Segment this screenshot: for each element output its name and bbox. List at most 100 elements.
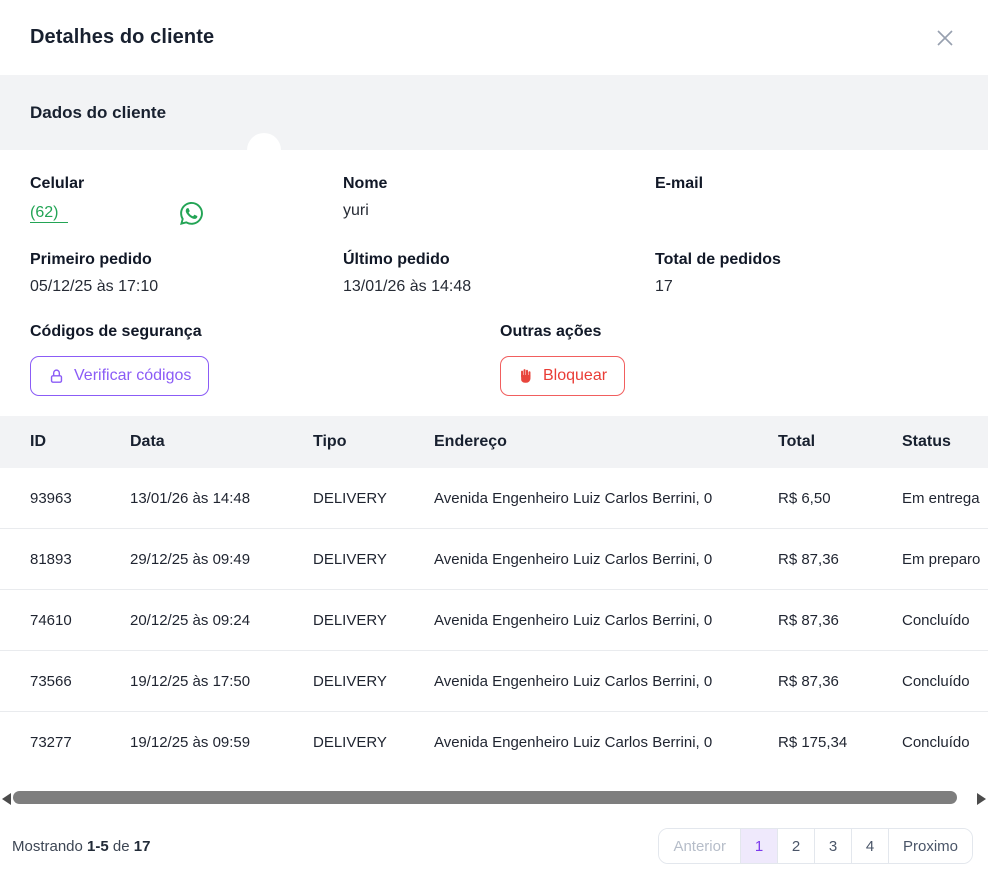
close-icon: [934, 27, 956, 49]
table-row: 73566 19/12/25 às 17:50 DELIVERY Avenida…: [0, 651, 988, 712]
col-header-endereco: Endereço: [434, 433, 778, 451]
page-button[interactable]: 3: [815, 829, 852, 863]
col-header-status: Status: [902, 433, 988, 451]
field-email: E-mail: [655, 175, 958, 225]
field-value: 05/12/25 às 17:10: [30, 278, 343, 297]
order-id-cell: 73566: [30, 673, 130, 690]
table-row: 73277 19/12/25 às 09:59 DELIVERY Avenida…: [0, 712, 988, 773]
field-label: Último pedido: [343, 251, 655, 269]
order-type-cell: DELIVERY: [313, 612, 434, 629]
block-button[interactable]: Bloquear: [500, 356, 625, 396]
order-type-cell: DELIVERY: [313, 551, 434, 568]
hand-icon: [518, 368, 534, 384]
page-button[interactable]: 1: [741, 829, 778, 863]
modal-header: Detalhes do cliente: [0, 0, 988, 75]
field-celular: Celular (62): [30, 175, 343, 225]
phone-link[interactable]: (62): [30, 204, 68, 223]
verify-codes-label: Verificar códigos: [74, 367, 191, 385]
order-status-cell: Concluído: [902, 612, 988, 629]
customer-details-modal: Detalhes do cliente Dados do cliente Cel…: [0, 0, 988, 890]
close-button[interactable]: [930, 23, 960, 53]
order-id-cell: 93963: [30, 490, 130, 507]
other-actions-label: Outras ações: [500, 323, 958, 341]
order-status-cell: Em entrega: [902, 490, 988, 507]
field-ultimo-pedido: Último pedido 13/01/26 às 14:48: [343, 251, 655, 297]
table-footer: Mostrando 1-5 de 17 Anterior 1 2 3 4 Pro…: [0, 822, 988, 864]
field-label: Nome: [343, 175, 655, 193]
modal-title: Detalhes do cliente: [30, 26, 214, 49]
field-label: Celular: [30, 175, 343, 193]
order-address-cell: Avenida Engenheiro Luiz Carlos Berrini, …: [434, 673, 778, 690]
order-address-cell: Avenida Engenheiro Luiz Carlos Berrini, …: [434, 734, 778, 751]
order-total-cell: R$ 87,36: [778, 612, 902, 629]
previous-page-button[interactable]: Anterior: [659, 829, 741, 863]
section-header-bar: Dados do cliente: [0, 75, 988, 150]
order-address-cell: Avenida Engenheiro Luiz Carlos Berrini, …: [434, 551, 778, 568]
details-row-actions: Códigos de segurança Verificar códigos O…: [30, 323, 958, 396]
order-status-cell: Concluído: [902, 673, 988, 690]
table-body: 93963 13/01/26 às 14:48 DELIVERY Avenida…: [0, 468, 988, 773]
field-value: yuri: [343, 202, 655, 221]
order-status-cell: Em preparo: [902, 551, 988, 568]
order-date-cell: 19/12/25 às 17:50: [130, 673, 313, 690]
security-codes-group: Códigos de segurança Verificar códigos: [30, 323, 500, 396]
field-value: 13/01/26 às 14:48: [343, 278, 655, 297]
col-header-tipo: Tipo: [313, 433, 434, 451]
lock-icon: [48, 368, 65, 385]
order-date-cell: 13/01/26 às 14:48: [130, 490, 313, 507]
order-type-cell: DELIVERY: [313, 673, 434, 690]
col-header-data: Data: [130, 433, 313, 451]
customer-data-section: Celular (62) Nome yuri E-mail: [0, 150, 988, 416]
order-total-cell: R$ 87,36: [778, 673, 902, 690]
order-id-cell: 81893: [30, 551, 130, 568]
order-total-cell: R$ 87,36: [778, 551, 902, 568]
order-date-cell: 29/12/25 às 09:49: [130, 551, 313, 568]
order-id-cell: 74610: [30, 612, 130, 629]
field-label: Primeiro pedido: [30, 251, 343, 269]
order-date-cell: 20/12/25 às 09:24: [130, 612, 313, 629]
other-actions-group: Outras ações Bloquear: [500, 323, 958, 396]
order-total-cell: R$ 6,50: [778, 490, 902, 507]
field-value: [655, 202, 958, 221]
order-type-cell: DELIVERY: [313, 490, 434, 507]
col-header-total: Total: [778, 433, 902, 451]
field-value: 17: [655, 278, 958, 297]
table-row: 93963 13/01/26 às 14:48 DELIVERY Avenida…: [0, 468, 988, 529]
decorative-notch: [247, 133, 281, 167]
scrollbar-thumb[interactable]: [13, 791, 957, 804]
field-nome: Nome yuri: [343, 175, 655, 225]
order-address-cell: Avenida Engenheiro Luiz Carlos Berrini, …: [434, 612, 778, 629]
order-status-cell: Concluído: [902, 734, 988, 751]
order-address-cell: Avenida Engenheiro Luiz Carlos Berrini, …: [434, 490, 778, 507]
details-row-1: Celular (62) Nome yuri E-mail: [30, 175, 958, 225]
showing-range: 1-5: [87, 838, 109, 855]
field-total-pedidos: Total de pedidos 17: [655, 251, 958, 297]
field-primeiro-pedido: Primeiro pedido 05/12/25 às 17:10: [30, 251, 343, 297]
table-row: 81893 29/12/25 às 09:49 DELIVERY Avenida…: [0, 529, 988, 590]
field-label: E-mail: [655, 175, 958, 193]
table-header-row: ID Data Tipo Endereço Total Status: [0, 416, 988, 468]
verify-codes-button[interactable]: Verificar códigos: [30, 356, 209, 396]
order-type-cell: DELIVERY: [313, 734, 434, 751]
col-header-id: ID: [30, 433, 130, 451]
next-page-button[interactable]: Proximo: [889, 829, 972, 863]
block-label: Bloquear: [543, 367, 607, 385]
scroll-right-arrow-icon[interactable]: [977, 793, 986, 805]
security-codes-label: Códigos de segurança: [30, 323, 500, 341]
whatsapp-icon[interactable]: [180, 202, 203, 225]
pagination: Anterior 1 2 3 4 Proximo: [658, 828, 973, 864]
details-row-2: Primeiro pedido 05/12/25 às 17:10 Último…: [30, 251, 958, 297]
order-total-cell: R$ 175,34: [778, 734, 902, 751]
field-label: Total de pedidos: [655, 251, 958, 269]
showing-summary: Mostrando 1-5 de 17: [12, 838, 150, 855]
scroll-left-arrow-icon[interactable]: [2, 793, 11, 805]
orders-table: ID Data Tipo Endereço Total Status 93963…: [0, 416, 988, 773]
table-row: 74610 20/12/25 às 09:24 DELIVERY Avenida…: [0, 590, 988, 651]
section-title: Dados do cliente: [30, 103, 166, 123]
showing-total: 17: [134, 838, 151, 855]
page-button[interactable]: 2: [778, 829, 815, 863]
horizontal-scrollbar[interactable]: [0, 790, 988, 810]
order-id-cell: 73277: [30, 734, 130, 751]
order-date-cell: 19/12/25 às 09:59: [130, 734, 313, 751]
page-button[interactable]: 4: [852, 829, 889, 863]
